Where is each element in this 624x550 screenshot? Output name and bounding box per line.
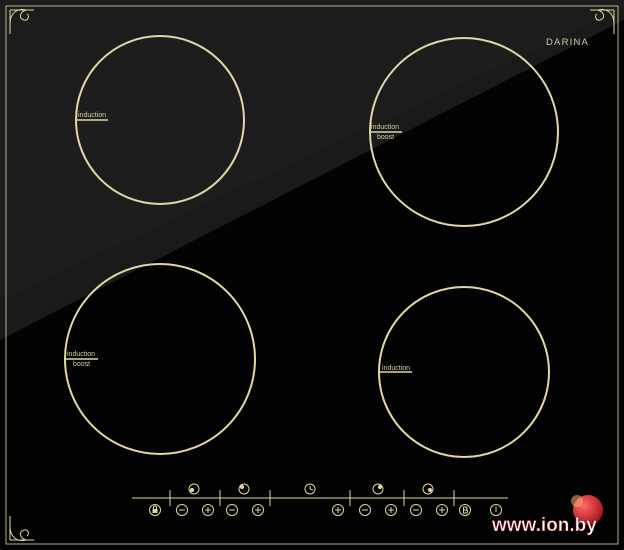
zone-label: induction <box>371 124 399 131</box>
induction-cooktop: DARINA induction induction boost inducti… <box>0 0 624 550</box>
watermark-text: www.ion.by <box>491 515 597 536</box>
zone-label: induction <box>382 365 410 372</box>
brand-logo: DARINA <box>546 37 589 48</box>
zone-sublabel: boost <box>377 134 394 141</box>
zone-label: induction <box>78 112 106 119</box>
zone-label: induction <box>67 351 95 358</box>
zone-sublabel: boost <box>73 361 90 368</box>
